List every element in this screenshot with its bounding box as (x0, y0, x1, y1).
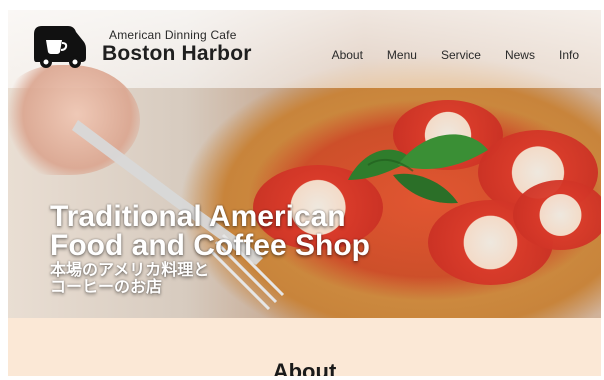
hero-headline: Traditional American Food and Coffee Sho… (50, 200, 370, 262)
coffee-truck-logo-icon[interactable] (28, 22, 90, 68)
hero-subheadline-line-1: 本場のアメリカ料理と (50, 262, 210, 279)
hero-subheadline: 本場のアメリカ料理と コーヒーのお店 (50, 262, 209, 296)
hero-image-pizza: American Dinning Cafe Boston Harbor Abou… (8, 10, 601, 318)
hero-subheadline-line-2: コーヒーのお店 (50, 279, 163, 296)
hero-headline-line-1: Traditional American (50, 200, 346, 233)
brand-name[interactable]: Boston Harbor (102, 42, 252, 66)
brand-tagline: American Dinning Cafe (109, 28, 237, 42)
nav-item-about[interactable]: About (332, 48, 363, 62)
website-frame: American Dinning Cafe Boston Harbor Abou… (8, 10, 601, 376)
section-title-about: About (272, 359, 337, 376)
nav-item-menu[interactable]: Menu (387, 48, 417, 62)
nav-item-service[interactable]: Service (441, 48, 481, 62)
main-nav: About Menu Service News Info (332, 48, 579, 62)
site-header: American Dinning Cafe Boston Harbor Abou… (8, 10, 601, 88)
nav-item-news[interactable]: News (505, 48, 535, 62)
nav-item-info[interactable]: Info (559, 48, 579, 62)
hero-headline-line-2: Food and Coffee Shop (50, 229, 370, 262)
